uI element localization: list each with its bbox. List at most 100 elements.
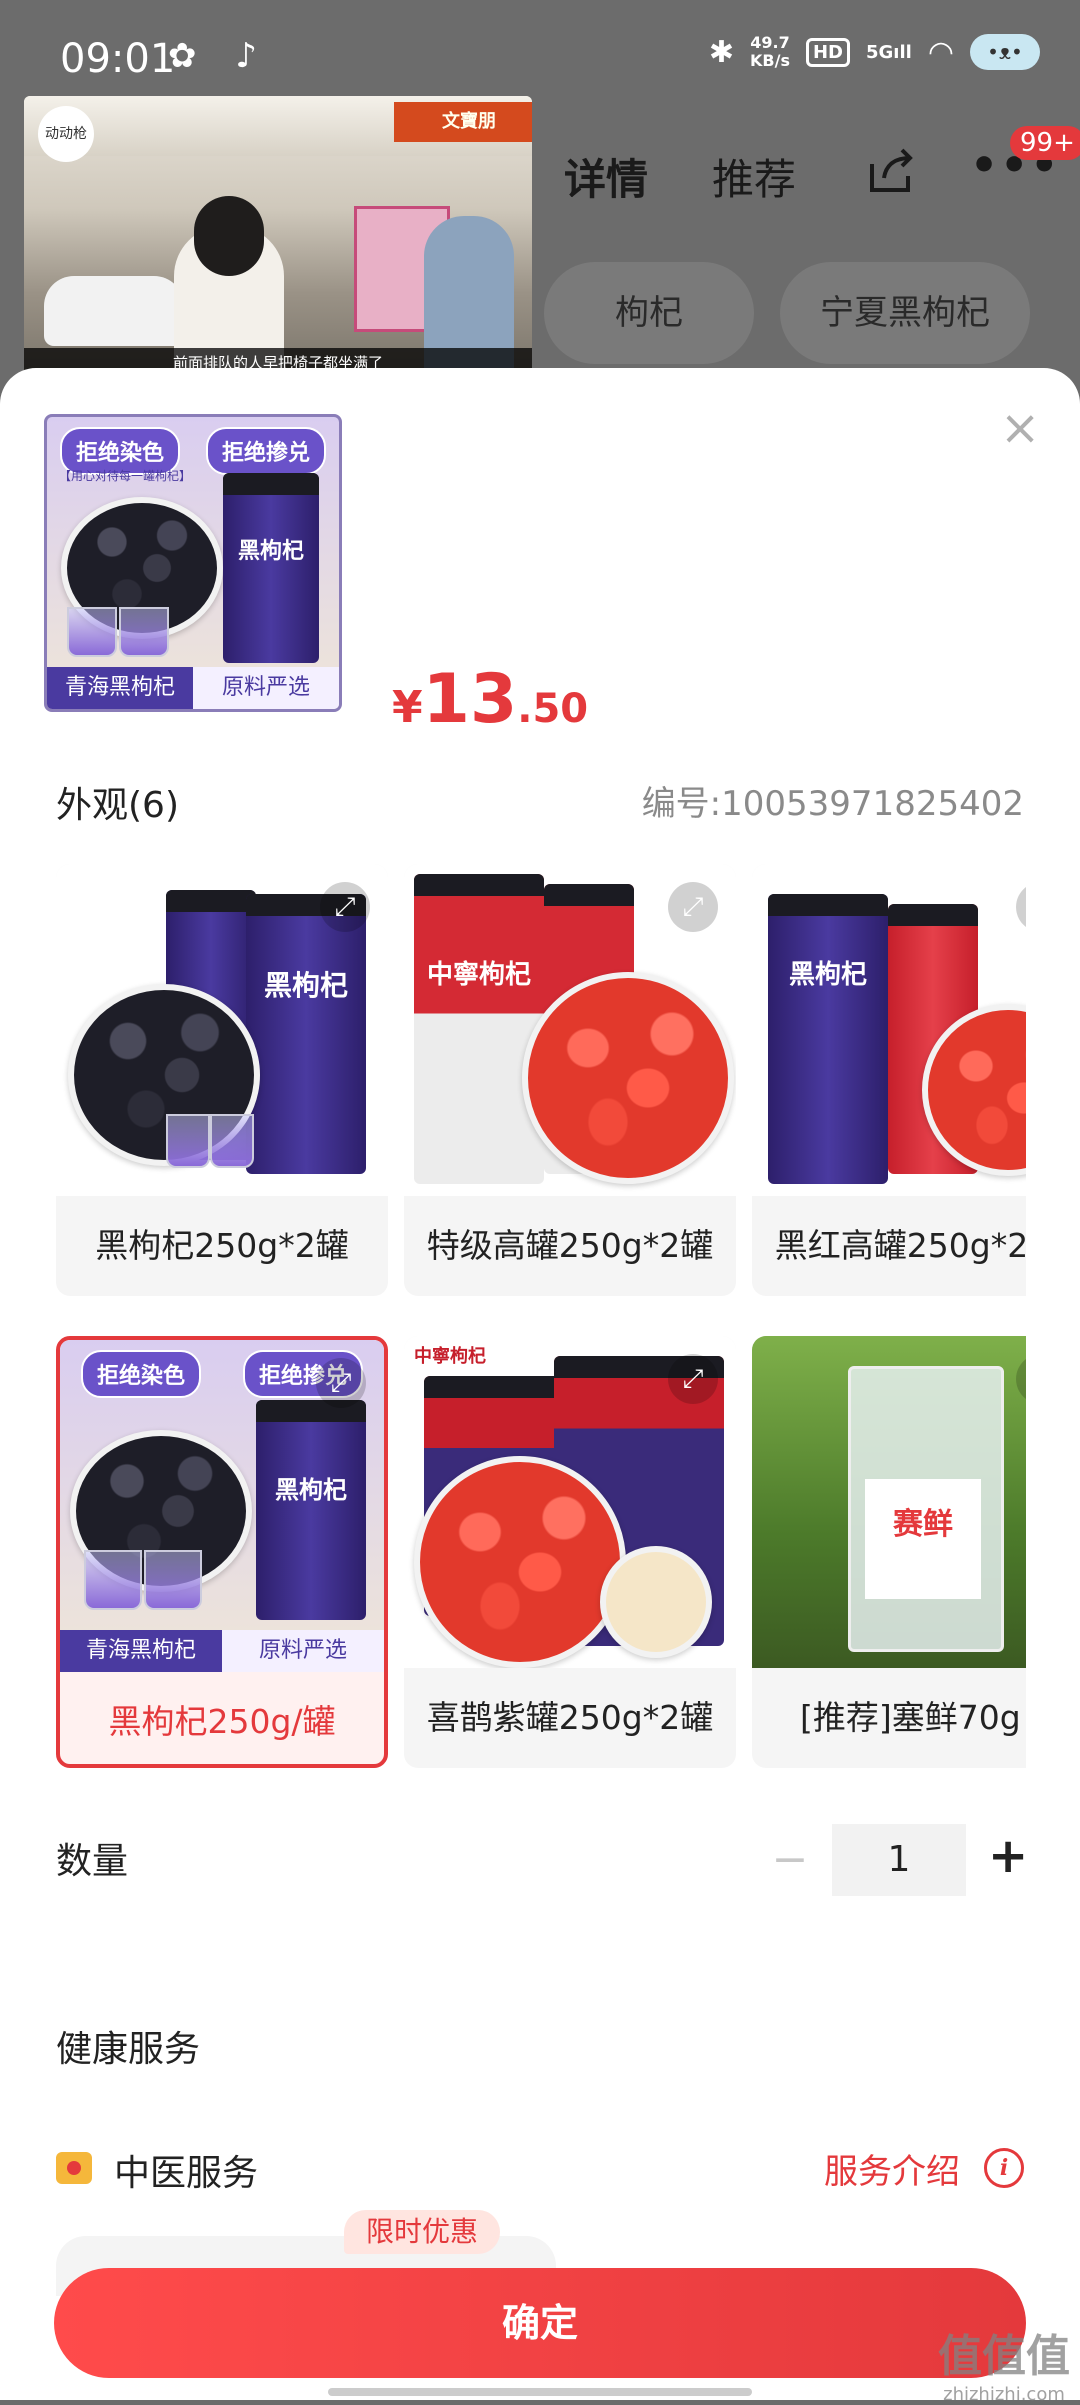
video-scene-banner: 文寶朋 bbox=[394, 102, 532, 142]
bluetooth-icon: ✱ bbox=[708, 34, 734, 70]
product-tag: 拒绝染色 bbox=[80, 1350, 201, 1398]
variant-option-selected[interactable]: 拒绝染色 拒绝掺兑 黑枸杞 青海黑枸杞 原料严选 ⤢ 黑枸杞250g/罐 bbox=[56, 1336, 388, 1768]
can-label: 黑枸杞 bbox=[788, 960, 867, 990]
network-speed: 49.7 KB/s bbox=[750, 34, 790, 70]
expand-icon[interactable]: ⤢ bbox=[1016, 1354, 1026, 1404]
product-cup bbox=[210, 1114, 254, 1168]
product-can: 黑枸杞 bbox=[223, 473, 319, 663]
product-banner-left: 青海黑枸杞 bbox=[47, 667, 193, 709]
product-can: 中寧枸杞 bbox=[414, 874, 544, 1184]
product-banner: 青海黑枸杞 原料严选 bbox=[60, 1630, 384, 1672]
confirm-button[interactable]: 确定 bbox=[54, 2268, 1026, 2378]
network-type-label: 5G bbox=[865, 41, 894, 63]
info-icon[interactable]: i bbox=[984, 2148, 1024, 2188]
product-cup bbox=[119, 607, 169, 657]
product-can: 黑枸杞 bbox=[246, 894, 366, 1174]
hd-icon: HD bbox=[805, 37, 850, 67]
variant-option[interactable]: 中寧枸杞 ⤢ 特级高罐250g*2罐 bbox=[404, 864, 736, 1296]
can-lid bbox=[544, 884, 634, 906]
chip-ningxia-black-goji[interactable]: 宁夏黑枸杞 bbox=[780, 262, 1030, 364]
variant-option[interactable]: 黑枸杞 ⤢ 黑枸杞250g*2罐 bbox=[56, 864, 388, 1296]
service-intro-link[interactable]: 服务介绍 bbox=[824, 2144, 960, 2193]
can-lid bbox=[414, 874, 544, 896]
product-cup bbox=[144, 1550, 202, 1610]
sku-selector-sheet: × 拒绝染色 拒绝掺兑 【用心对待每一罐枸杞】 黑枸杞 青海黑枸杞 原料严选 ¥… bbox=[0, 368, 1080, 2400]
close-icon[interactable]: × bbox=[1000, 404, 1040, 452]
floating-video[interactable]: 文寶朋 动动枪 前面排队的人早把椅子都坐满了 bbox=[24, 96, 532, 378]
price-decimal: .50 bbox=[517, 686, 589, 732]
battery-icon: •ᴥ• bbox=[970, 34, 1040, 70]
watermark-sub: zhizhizhi.com bbox=[943, 2384, 1065, 2405]
status-time: 09:01 bbox=[60, 36, 176, 82]
expand-icon[interactable]: ⤢ bbox=[668, 882, 718, 932]
wifi-icon: ◠ bbox=[927, 34, 954, 70]
can-lid bbox=[424, 1376, 564, 1398]
product-banner-right: 原料严选 bbox=[193, 667, 339, 709]
variant-image: 中寧枸杞 ⤢ bbox=[404, 864, 736, 1196]
home-indicator[interactable] bbox=[328, 2388, 752, 2396]
background-page: 09:01 ✿ ♪ ✱ 49.7 KB/s HD 5Gıll ◠ •ᴥ• 文寶朋… bbox=[0, 0, 1080, 380]
video-scene-person-head bbox=[194, 196, 264, 276]
variant-image: 黑枸杞 ⤢ bbox=[56, 864, 388, 1196]
product-can: 黑枸杞 bbox=[768, 894, 888, 1184]
variant-image: 黑枸杞 ⤢ bbox=[752, 864, 1026, 1196]
price-integer: 13 bbox=[422, 660, 518, 739]
variant-label: 黑红高罐250g*2罐 bbox=[774, 1226, 1026, 1265]
share-icon[interactable] bbox=[866, 146, 916, 196]
video-scene-car bbox=[44, 276, 184, 346]
limited-offer-badge: 限时优惠 bbox=[344, 2210, 501, 2254]
service-name: 中医服务 bbox=[114, 2153, 259, 2194]
expand-icon[interactable]: ⤢ bbox=[1016, 882, 1026, 932]
expand-icon[interactable]: ⤢ bbox=[320, 882, 370, 932]
product-cup bbox=[84, 1550, 142, 1610]
can-label: 中寧枸杞 bbox=[426, 960, 531, 990]
product-cup bbox=[166, 1114, 210, 1168]
variant-option[interactable]: 中寧枸杞 ⤢ 喜鹊紫罐250g*2罐 bbox=[404, 1336, 736, 1768]
watermark: 值值值 zhizhizhi.com bbox=[938, 2320, 1070, 2405]
variant-option[interactable]: 黑枸杞 ⤢ 黑红高罐250g*2罐 bbox=[752, 864, 1026, 1296]
expand-icon[interactable]: ⤢ bbox=[668, 1354, 718, 1404]
chip-goji[interactable]: 枸杞 bbox=[544, 262, 754, 364]
variant-label: 黑枸杞250g*2罐 bbox=[95, 1226, 349, 1265]
health-service-row[interactable]: 中医服务 服务介绍 i bbox=[0, 2138, 1080, 2208]
medical-kit-icon bbox=[56, 2152, 92, 2184]
product-bowl bbox=[600, 1546, 712, 1658]
tab-details[interactable]: 详情 bbox=[564, 146, 648, 207]
sku-code: 编号:10053971825402 bbox=[641, 784, 1024, 824]
variant-label: [推荐]塞鲜70g bbox=[800, 1698, 1021, 1737]
quantity-input[interactable]: 1 bbox=[832, 1824, 966, 1896]
network-type: 5Gıll bbox=[866, 42, 912, 63]
network-speed-unit: KB/s bbox=[750, 51, 790, 70]
quantity-row: 数量 − 1 + bbox=[0, 1824, 1080, 1904]
product-banner-left: 青海黑枸杞 bbox=[60, 1630, 222, 1672]
variant-grid: 黑枸杞 ⤢ 黑枸杞250g*2罐 中寧枸杞 ⤢ 特级高罐250g*2罐 黑枸杞 bbox=[0, 864, 1026, 1794]
can-lid bbox=[888, 904, 978, 926]
video-logo: 动动枪 bbox=[38, 106, 94, 162]
variant-image: 拒绝染色 拒绝掺兑 黑枸杞 青海黑枸杞 原料严选 ⤢ bbox=[60, 1340, 384, 1672]
variant-label: 喜鹊紫罐250g*2罐 bbox=[426, 1698, 714, 1737]
variant-option[interactable]: 赛鲜 ⤢ [推荐]塞鲜70g bbox=[752, 1336, 1026, 1768]
can-label: 黑枸杞 bbox=[263, 969, 348, 1002]
product-bowl bbox=[414, 1456, 626, 1668]
health-service-title: 健康服务 bbox=[56, 2029, 201, 2070]
selected-product-image[interactable]: 拒绝染色 拒绝掺兑 【用心对待每一罐枸杞】 黑枸杞 青海黑枸杞 原料严选 bbox=[44, 414, 342, 712]
variant-label: 特级高罐250g*2罐 bbox=[426, 1226, 714, 1265]
notification-icons: ✿ ♪ bbox=[168, 36, 271, 76]
notification-badge: 99+ bbox=[1010, 126, 1080, 160]
expand-icon[interactable]: ⤢ bbox=[316, 1358, 366, 1408]
can-label: 黑枸杞 bbox=[275, 1475, 347, 1504]
appearance-title: 外观(6) bbox=[56, 785, 179, 826]
tab-recommend[interactable]: 推荐 bbox=[712, 146, 796, 207]
product-jar: 赛鲜 bbox=[848, 1366, 1004, 1652]
network-speed-value: 49.7 bbox=[750, 33, 790, 52]
product-can: 黑枸杞 bbox=[256, 1400, 366, 1620]
can-label: 黑枸杞 bbox=[237, 538, 304, 564]
variant-label: 黑枸杞250g/罐 bbox=[108, 1702, 336, 1741]
variant-image: 中寧枸杞 ⤢ bbox=[404, 1336, 736, 1668]
price-currency: ¥ bbox=[392, 682, 423, 733]
quantity-decrease-button[interactable]: − bbox=[770, 1834, 810, 1885]
quantity-increase-button[interactable]: + bbox=[988, 1828, 1028, 1884]
can-lid bbox=[166, 890, 256, 912]
variant-image: 赛鲜 ⤢ bbox=[752, 1336, 1026, 1668]
status-right-group: ✱ 49.7 KB/s HD 5Gıll ◠ •ᴥ• bbox=[709, 34, 1040, 70]
